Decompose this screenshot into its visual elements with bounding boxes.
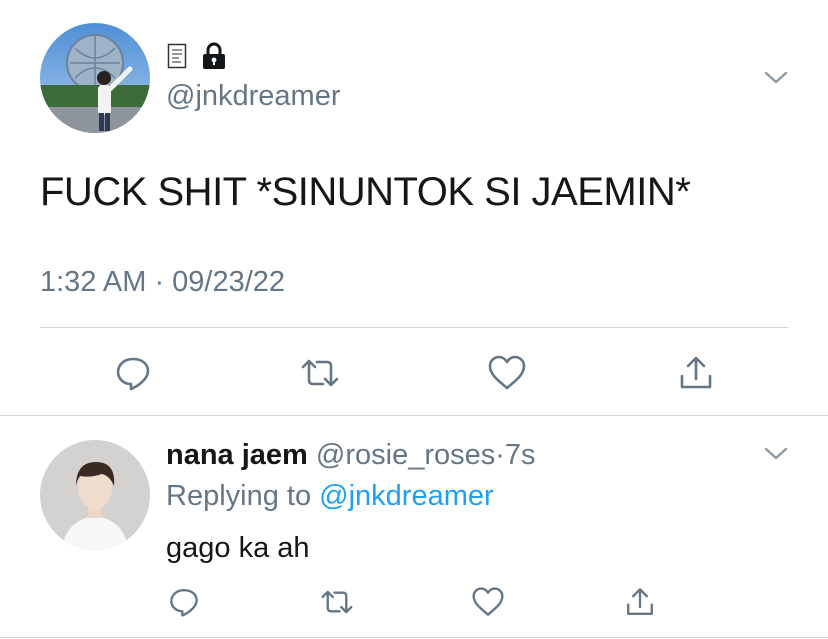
tweet-text: FUCK SHIT *SINUNTOK SI JAEMIN* (40, 170, 691, 214)
reply-author-handle[interactable]: @rosie_roses (316, 439, 495, 471)
divider (0, 415, 828, 416)
reply-button[interactable] (162, 580, 206, 624)
reply-icon (170, 589, 198, 617)
reply-icon (116, 357, 150, 391)
avatar-image (40, 440, 150, 550)
avatar-rosie-roses[interactable] (40, 440, 150, 550)
tweet-timestamp[interactable]: 1:32 AM · 09/23/22 (40, 266, 285, 299)
lock-icon (201, 42, 227, 75)
reply-author-name[interactable]: nana jaem (166, 439, 308, 471)
retweet-icon (301, 359, 339, 387)
reply-time[interactable]: 7s (505, 439, 536, 471)
replying-to-link[interactable]: @jnkdreamer (319, 480, 494, 512)
reply-text: gago ka ah (166, 532, 310, 564)
chevron-down-icon[interactable] (764, 444, 788, 464)
share-button[interactable] (671, 348, 721, 398)
divider (0, 637, 828, 638)
author-handle[interactable]: @jnkdreamer (166, 80, 341, 113)
avatar-image (40, 23, 150, 133)
like-button[interactable] (482, 348, 532, 398)
reply-header: nana jaem @rosie_roses·7s (166, 439, 536, 472)
divider (40, 327, 788, 328)
replying-to: Replying to @jnkdreamer (166, 480, 494, 513)
separator-dot: · (495, 439, 505, 471)
display-name-icons (167, 42, 227, 75)
share-icon (627, 588, 653, 615)
avatar-jnkdreamer[interactable] (40, 23, 150, 133)
retweet-button[interactable] (295, 348, 345, 398)
scroll-icon (167, 43, 187, 74)
retweet-button[interactable] (315, 580, 359, 624)
like-icon (472, 587, 504, 616)
share-button[interactable] (618, 580, 662, 624)
share-icon (680, 356, 712, 389)
chevron-down-icon[interactable] (764, 68, 788, 88)
replying-to-label: Replying to (166, 480, 312, 512)
like-icon (488, 355, 526, 390)
like-button[interactable] (466, 580, 510, 624)
reply-button[interactable] (108, 348, 158, 398)
retweet-icon (321, 590, 353, 614)
